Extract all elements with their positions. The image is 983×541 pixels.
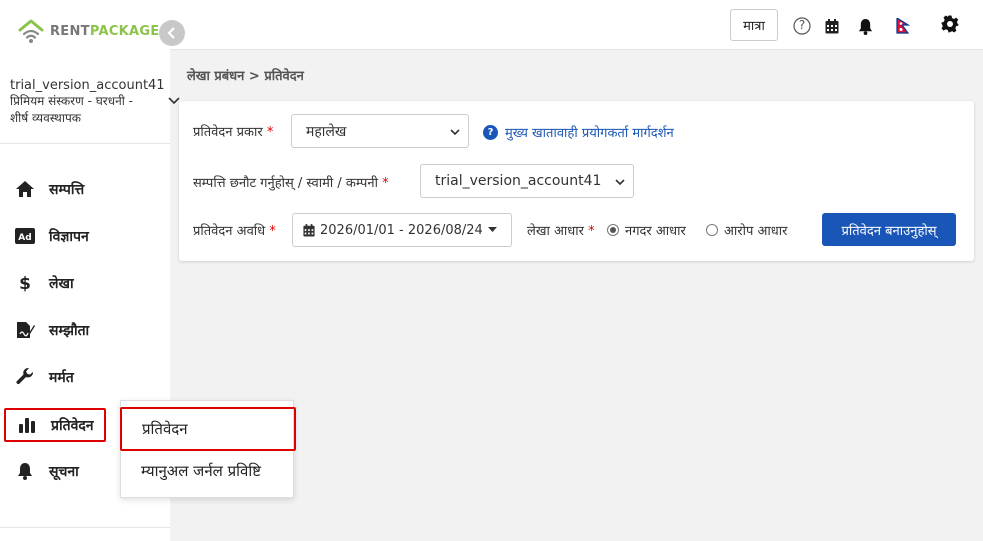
account-plan: प्रिमियम संस्करण - घरधनी - शीर्ष व्यवस्थ… bbox=[10, 94, 134, 125]
nepal-flag-icon[interactable] bbox=[894, 17, 912, 35]
sidebar-item-reports[interactable]: प्रतिवेदन bbox=[4, 408, 106, 442]
bell-icon bbox=[14, 461, 36, 481]
sidebar-item-agreement[interactable]: सम्झौता bbox=[4, 313, 106, 347]
period-label-text: प्रतिवेदन अवधि bbox=[193, 224, 266, 239]
wifi-house-icon bbox=[17, 17, 45, 45]
bar-chart-icon bbox=[16, 415, 38, 435]
sidebar-item-label: प्रतिवेदन bbox=[51, 417, 94, 434]
calendar-icon[interactable] bbox=[823, 17, 841, 35]
question-circle-icon: ? bbox=[483, 124, 498, 140]
caret-down-icon bbox=[487, 227, 497, 233]
submenu-item-reports[interactable]: प्रतिवेदन bbox=[120, 407, 296, 451]
sidebar-item-accounting[interactable]: $ लेखा bbox=[4, 266, 106, 300]
basis-option-label: आरोप आधार bbox=[724, 224, 788, 239]
brand-rent: RENT bbox=[50, 23, 90, 39]
brand-package: PACKAGE bbox=[89, 23, 160, 39]
sidebar-item-maintenance[interactable]: मर्मत bbox=[4, 360, 106, 394]
basis-label: लेखा आधार * bbox=[527, 221, 595, 239]
required-mark: * bbox=[588, 224, 595, 239]
basis-option-accrual[interactable]: आरोप आधार bbox=[706, 221, 787, 239]
required-mark: * bbox=[382, 176, 389, 191]
sidebar-item-notice[interactable]: सूचना bbox=[4, 454, 106, 488]
submenu-item-manual-journal[interactable]: म्यानुअल जर्नल प्रविष्टि bbox=[121, 449, 295, 493]
dollar-icon: $ bbox=[14, 273, 36, 293]
collapse-sidebar-button[interactable] bbox=[159, 20, 185, 46]
bell-icon[interactable] bbox=[856, 17, 874, 35]
logo[interactable]: RENTPACKAGE bbox=[17, 17, 160, 45]
sidebar-divider bbox=[0, 527, 170, 528]
chevron-down-icon bbox=[615, 175, 625, 186]
report-type-label: प्रतिवेदन प्रकार * bbox=[193, 122, 273, 140]
generate-report-button[interactable]: प्रतिवेदन बनाउनुहोस् bbox=[822, 213, 956, 246]
basis-option-label: नगदर आधार bbox=[625, 224, 686, 239]
basis-label-text: लेखा आधार bbox=[527, 224, 584, 239]
chevron-left-icon bbox=[167, 27, 175, 39]
period-label: प्रतिवेदन अवधि * bbox=[193, 221, 276, 239]
report-type-label-text: प्रतिवेदन प्रकार bbox=[193, 125, 263, 140]
required-mark: * bbox=[269, 224, 276, 239]
period-picker[interactable]: 2026/01/01 - 2026/08/24 bbox=[292, 213, 512, 247]
account-switcher[interactable]: trial_version_account41 प्रिमियम संस्करण… bbox=[10, 78, 180, 127]
wrench-icon bbox=[14, 367, 36, 387]
gear-icon[interactable] bbox=[941, 15, 959, 33]
sidebar-item-label: सूचना bbox=[49, 463, 79, 480]
account-name: trial_version_account41 bbox=[10, 78, 165, 93]
submenu-item-label: म्यानुअल जर्नल प्रविष्टि bbox=[141, 462, 261, 480]
radio-selected-icon bbox=[607, 224, 619, 236]
reports-submenu: प्रतिवेदन म्यानुअल जर्नल प्रविष्टि bbox=[120, 400, 296, 498]
report-form-card: प्रतिवेदन प्रकार * महालेख ? मुख्य खातावा… bbox=[179, 101, 974, 261]
ledger-guide-label: मुख्य खातावाही प्रयोगकर्ता मार्गदर्शन bbox=[505, 126, 674, 141]
svg-text:Ad: Ad bbox=[18, 233, 31, 243]
report-type-select[interactable]: महालेख bbox=[291, 114, 469, 148]
help-icon[interactable]: ? bbox=[793, 17, 811, 35]
period-value: 2026/01/01 - 2026/08/24 bbox=[320, 222, 483, 238]
sidebar-item-label: विज्ञापन bbox=[49, 228, 89, 245]
sidebar-item-label: लेखा bbox=[49, 275, 74, 292]
topbar: मात्रा ? bbox=[170, 0, 983, 50]
property-label-text: सम्पत्ति छनौट गर्नुहोस् / स्वामी / कम्पन… bbox=[193, 176, 378, 191]
calendar-icon bbox=[303, 223, 315, 237]
unit-button[interactable]: मात्रा bbox=[730, 9, 778, 41]
home-icon bbox=[14, 179, 36, 199]
breadcrumb: लेखा प्रबंधन > प्रतिवेदन bbox=[187, 69, 304, 84]
property-label: सम्पत्ति छनौट गर्नुहोस् / स्वामी / कम्पन… bbox=[193, 173, 389, 191]
required-mark: * bbox=[266, 125, 274, 140]
property-value: trial_version_account41 bbox=[435, 173, 602, 189]
basis-option-cash[interactable]: नगदर आधार bbox=[607, 221, 686, 239]
signature-icon bbox=[14, 320, 36, 340]
sidebar-item-label: मर्मत bbox=[49, 369, 74, 386]
ledger-guide-link[interactable]: ? मुख्य खातावाही प्रयोगकर्ता मार्गदर्शन bbox=[483, 123, 674, 141]
chevron-down-icon bbox=[450, 125, 460, 136]
sidebar-divider bbox=[0, 143, 170, 144]
sidebar-item-label: सम्पत्ति bbox=[49, 181, 85, 198]
report-type-value: महालेख bbox=[306, 123, 347, 140]
sidebar-item-ads[interactable]: Ad विज्ञापन bbox=[4, 219, 106, 253]
sidebar-item-property[interactable]: सम्पत्ति bbox=[4, 172, 106, 206]
radio-unselected-icon bbox=[706, 224, 718, 236]
help-glyph: ? bbox=[798, 18, 806, 32]
submenu-item-label: प्रतिवेदन bbox=[142, 420, 188, 438]
brand-name: RENTPACKAGE bbox=[50, 24, 160, 39]
svg-text:$: $ bbox=[19, 274, 31, 293]
ad-icon: Ad bbox=[14, 226, 36, 246]
sidebar-item-label: सम्झौता bbox=[49, 322, 90, 339]
property-select[interactable]: trial_version_account41 bbox=[420, 164, 634, 198]
